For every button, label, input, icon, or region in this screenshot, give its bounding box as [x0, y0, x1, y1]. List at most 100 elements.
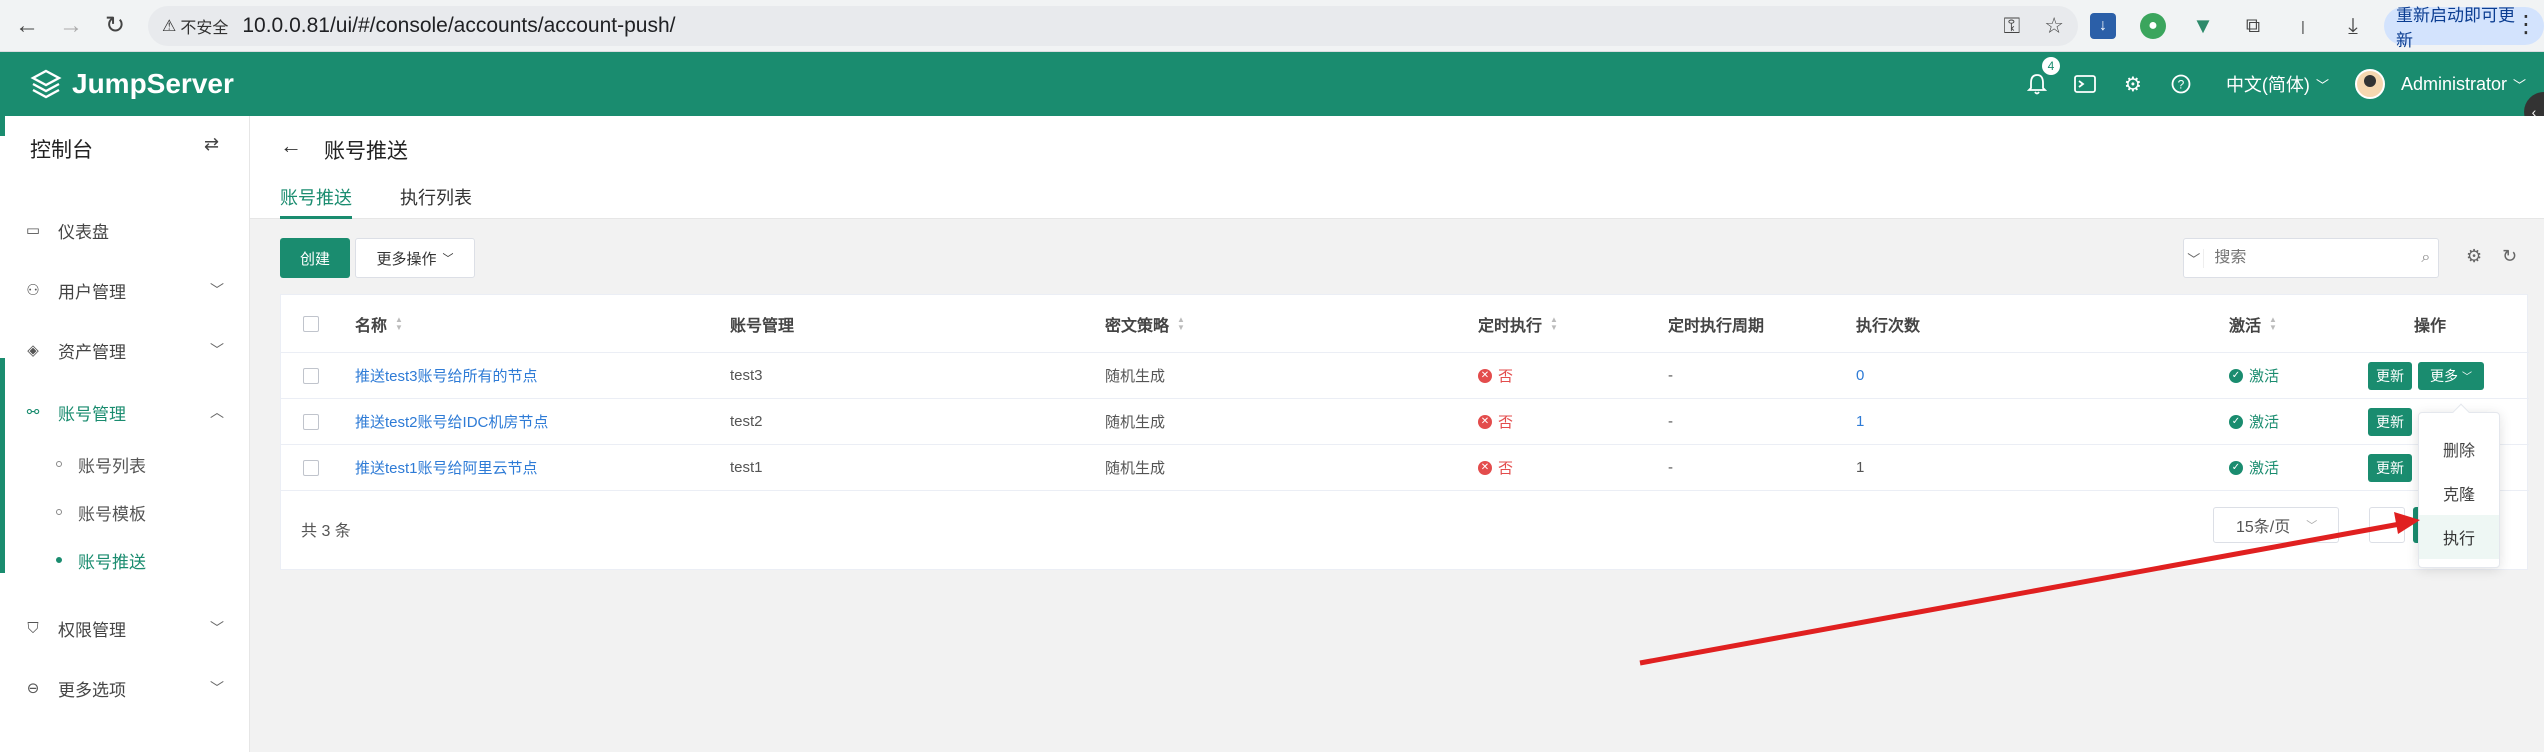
row-secret-strategy: 随机生成 [1105, 460, 1166, 477]
row-name-link[interactable]: 推送test1账号给阿里云节点 [355, 445, 538, 490]
address-bar[interactable]: ⚠ 不安全 10.0.0.81/ui/#/console/accounts/ac… [148, 6, 2078, 46]
forward-icon[interactable]: → [54, 9, 88, 43]
reload-icon[interactable]: ↻ [98, 9, 132, 43]
row-exec-count[interactable]: 0 [1856, 353, 1864, 398]
active-label: 激活 [2249, 414, 2280, 431]
more-actions-button[interactable]: 更多操作 ﹀ [355, 238, 475, 278]
refresh-icon[interactable]: ↻ [2502, 246, 2517, 267]
chevron-down-icon: ﹀ [2512, 77, 2526, 93]
total-count: 共 3 条 [301, 523, 351, 540]
page-size-select[interactable]: 15条/页 ﹀ [2213, 507, 2339, 543]
row-checkbox[interactable] [303, 413, 319, 430]
row-account: test2 [730, 413, 763, 430]
sort-icon[interactable]: ▲ ▼ [1550, 315, 1558, 332]
sidebar-item-assets[interactable]: ◈ 资产管理 ﹀ [0, 330, 250, 370]
sidebar-item-users[interactable]: ⚇ 用户管理 ﹀ [0, 270, 250, 310]
row-name-link[interactable]: 推送test2账号给IDC机房节点 [355, 399, 548, 444]
browser-menu-icon[interactable]: ⋮ [2514, 10, 2538, 39]
row-exec-count[interactable]: 1 [1856, 399, 1864, 444]
search-input[interactable] [2214, 249, 2422, 267]
column-label: 密文策略 [1105, 317, 1170, 335]
tab-account-push[interactable]: 账号推送 [280, 184, 352, 219]
sidebar-subitem-account-template[interactable]: 账号模板 [0, 492, 250, 532]
help-icon[interactable]: ? [2166, 69, 2196, 99]
column-header-scheduled[interactable]: 定时执行 ▲ ▼ [1478, 295, 1558, 352]
downloads-icon[interactable]: ⤓ [2340, 13, 2366, 39]
separator: | [2301, 18, 2305, 34]
column-label: 名称 [355, 317, 388, 335]
menu-item-delete[interactable]: 删除 [2419, 427, 2499, 471]
active-status: ✓ 激活 [2229, 411, 2279, 432]
column-header-secret-strategy[interactable]: 密文策略 ▲ ▼ [1105, 295, 1185, 352]
avatar [2354, 69, 2385, 99]
logo[interactable]: JumpServer [30, 68, 234, 100]
green-ext-icon[interactable]: ● [2140, 13, 2166, 39]
bookmark-star-icon[interactable]: ☆ [2044, 13, 2064, 39]
menu-item-clone[interactable]: 克隆 [2419, 471, 2499, 515]
sidebar-item-label: 用户管理 [58, 282, 126, 302]
select-all-checkbox[interactable] [303, 315, 319, 332]
update-button[interactable]: 更新 [2368, 361, 2412, 390]
column-settings-icon[interactable]: ⚙ [2466, 246, 2482, 267]
prev-page-button[interactable] [2369, 507, 2405, 543]
column-header-name[interactable]: 名称 ▲ ▼ [355, 295, 403, 352]
column-header-active[interactable]: 激活 ▲ ▼ [2229, 295, 2277, 352]
sort-icon[interactable]: ▲ ▼ [395, 315, 403, 332]
search-filter-chevron-icon[interactable]: ﹀ [2184, 248, 2205, 268]
vue-ext-icon[interactable]: ▼ [2190, 13, 2216, 39]
scheduled-status: ✕ 否 [1478, 365, 1513, 386]
chevron-down-icon: ﹀ [2315, 77, 2329, 93]
switch-view-icon[interactable]: ⇄ [204, 134, 219, 155]
column-label: 执行次数 [1856, 317, 1921, 335]
sidebar-subitem-account-push[interactable]: 账号推送 [0, 540, 250, 580]
sidebar-item-more[interactable]: ⊖ 更多选项 ﹀ [0, 668, 250, 708]
row-checkbox[interactable] [303, 367, 319, 384]
download-ext-icon[interactable]: ↓ [2090, 13, 2116, 39]
language-label: 中文(简体) [2225, 75, 2310, 95]
search-icon[interactable]: ⌕ [2421, 249, 2438, 267]
sidebar-subitem-account-list[interactable]: 账号列表 [0, 444, 250, 484]
update-button[interactable]: 更新 [2368, 453, 2412, 482]
sidebar-item-dashboard[interactable]: ▭ 仪表盘 [0, 210, 250, 250]
scheduled-label: 否 [1498, 368, 1514, 385]
chevron-down-icon: ﹀ [442, 253, 454, 265]
user-menu[interactable]: Administrator ﹀ [2354, 69, 2526, 99]
language-selector[interactable]: 中文(简体) ﹀ [2226, 71, 2329, 97]
update-button[interactable]: 更新 [2368, 407, 2412, 436]
sidebar-title: 控制台 [30, 139, 93, 162]
brand-name: JumpServer [72, 68, 234, 99]
password-key-icon[interactable]: ⚿ [2004, 13, 2021, 39]
sidebar-item-label: 权限管理 [58, 620, 126, 640]
menu-item-execute[interactable]: 执行 [2419, 515, 2499, 559]
chevron-down-icon: ﹀ [210, 342, 224, 358]
column-header-period: 定时执行周期 [1668, 295, 1764, 352]
sidebar-item-accounts[interactable]: ⚯ 账号管理 ︿ [0, 392, 250, 432]
row-period: - [1668, 413, 1673, 430]
column-label: 账号管理 [730, 317, 795, 335]
terminal-icon[interactable] [2070, 69, 2100, 99]
create-button[interactable]: 创建 [280, 238, 350, 278]
security-indicator[interactable]: ⚠ 不安全 [162, 14, 228, 38]
settings-gear-icon[interactable]: ⚙ [2118, 69, 2148, 99]
row-checkbox[interactable] [303, 459, 319, 476]
sidebar-subitem-label: 账号模板 [78, 504, 146, 524]
url-text[interactable]: 10.0.0.81/ui/#/console/accounts/account-… [242, 14, 675, 38]
security-label: 不安全 [180, 20, 229, 37]
active-label: 激活 [2249, 460, 2280, 477]
more-button[interactable]: 更多 ﹀ [2418, 361, 2484, 390]
page-title: 账号推送 [324, 140, 408, 163]
back-icon[interactable]: ← [10, 9, 44, 43]
back-arrow-icon[interactable]: ← [280, 133, 302, 159]
x-circle-icon: ✕ [1478, 368, 1492, 383]
x-circle-icon: ✕ [1478, 460, 1492, 475]
sort-icon[interactable]: ▲ ▼ [1177, 315, 1185, 332]
more-actions-label: 更多操作 [376, 250, 437, 268]
column-header-exec-count: 执行次数 [1856, 295, 1920, 352]
sidebar-item-permissions[interactable]: ⛉ 权限管理 ﹀ [0, 608, 250, 648]
row-name-link[interactable]: 推送test3账号给所有的节点 [355, 353, 538, 398]
tab-execution-list[interactable]: 执行列表 [400, 184, 472, 219]
bell-icon[interactable]: 4 [2022, 57, 2060, 99]
sort-icon[interactable]: ▲ ▼ [2269, 315, 2277, 332]
extensions-icon[interactable]: ⧉ [2240, 13, 2266, 39]
search-field[interactable]: ﹀ ⌕ [2183, 238, 2439, 278]
